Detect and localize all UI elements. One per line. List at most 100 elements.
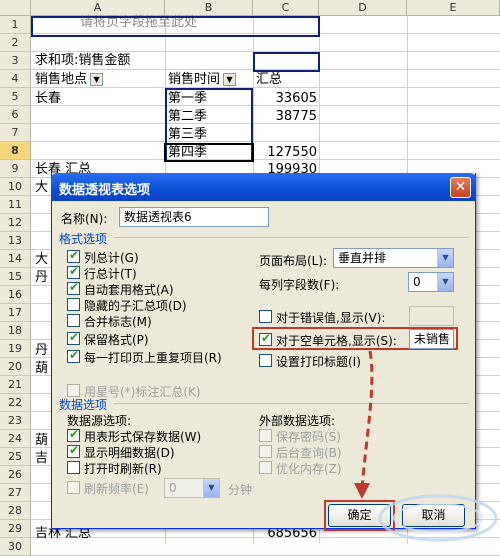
- row-header[interactable]: 16: [0, 286, 31, 304]
- row-header[interactable]: 27: [0, 484, 31, 502]
- empty-cell-field[interactable]: 未销售: [409, 329, 454, 349]
- row-header[interactable]: 12: [0, 214, 31, 232]
- option-label: 每一打印页上重复项目(R): [84, 351, 222, 365]
- option-checkbox[interactable]: [67, 298, 80, 311]
- error-value-field: [409, 306, 454, 326]
- check-icon: ✔: [69, 330, 80, 344]
- name-label: 名称(N):: [61, 212, 108, 226]
- spinner-arrow-icon: ▼: [203, 479, 219, 497]
- value-q2: 38775: [275, 109, 317, 124]
- refresh-unit: 分钟: [228, 483, 253, 497]
- option-label: 后台查询(B): [276, 446, 342, 460]
- quarter-2: 第二季: [168, 109, 208, 124]
- active-cell[interactable]: [164, 143, 254, 162]
- row-header[interactable]: 24: [0, 430, 31, 448]
- option-checkbox[interactable]: ✔: [67, 330, 80, 345]
- empty-cell-checkbox[interactable]: ✔: [259, 331, 272, 346]
- row-header[interactable]: 5: [0, 88, 31, 106]
- row-field-time[interactable]: 销售时间 ▼: [168, 71, 237, 89]
- row-header[interactable]: 14: [0, 250, 31, 268]
- option-checkbox[interactable]: ✔: [67, 427, 80, 442]
- option-label: 优化内存(Z): [276, 462, 342, 476]
- row-header[interactable]: 11: [0, 196, 31, 214]
- row-header[interactable]: 3: [0, 52, 31, 70]
- option-checkbox[interactable]: [67, 461, 80, 474]
- value-q1: 33605: [275, 91, 317, 106]
- row-header[interactable]: 29: [0, 520, 31, 538]
- fields-per-column-spinner[interactable]: 0 ▼: [408, 272, 454, 292]
- option-label: 用表形式保存数据(W): [84, 430, 202, 444]
- row-header[interactable]: 25: [0, 448, 31, 466]
- row-header[interactable]: 2: [0, 34, 31, 52]
- cell-a20: 葫: [35, 361, 49, 376]
- dialog-titlebar[interactable]: 数据透视表选项 ✕: [51, 173, 476, 201]
- row-header[interactable]: 20: [0, 358, 31, 376]
- place-dropdown-icon[interactable]: ▼: [90, 73, 104, 86]
- row-header[interactable]: 10: [0, 178, 31, 196]
- annotation-arrow: [354, 350, 374, 499]
- option-checkbox[interactable]: ✔: [67, 264, 80, 279]
- data-field-box: [253, 52, 320, 72]
- arrow-head: [354, 483, 370, 499]
- data-section-divider: [114, 403, 469, 404]
- name-field[interactable]: 数据透视表6: [119, 207, 269, 227]
- row-field-place[interactable]: 销售地点 ▼: [35, 71, 104, 89]
- fields-per-column-label: 每列字段数(F):: [259, 278, 340, 292]
- total-header: 汇总: [256, 72, 283, 87]
- pivot-options-dialog[interactable]: 数据透视表选项 ✕ 名称(N): 数据透视表6 格式选项 ✔ 列总计(G) ✔ 行总计…: [51, 173, 476, 531]
- option-checkbox[interactable]: ✔: [67, 443, 80, 458]
- cell-a24: 葫: [35, 433, 49, 448]
- chevron-down-icon[interactable]: ▼: [437, 249, 453, 267]
- close-icon[interactable]: ✕: [450, 177, 471, 198]
- row-header[interactable]: 17: [0, 304, 31, 322]
- page-layout-select[interactable]: 垂直并排 ▼: [333, 248, 454, 268]
- row-header[interactable]: 9: [0, 160, 31, 178]
- row-header[interactable]: 22: [0, 394, 31, 412]
- print-titles-checkbox[interactable]: [259, 354, 272, 367]
- option-checkbox[interactable]: ✔: [67, 280, 80, 295]
- column-header-e[interactable]: E: [407, 0, 500, 16]
- value-q4: 127550: [267, 145, 317, 160]
- option-checkbox[interactable]: [67, 314, 80, 327]
- page-field-area: [31, 16, 320, 37]
- row-header[interactable]: 21: [0, 376, 31, 394]
- row-header[interactable]: 19: [0, 340, 31, 358]
- row-header[interactable]: 4: [0, 70, 31, 88]
- option-checkbox: [259, 461, 272, 474]
- spinner-arrow-icon[interactable]: ▼: [437, 273, 453, 291]
- row-header[interactable]: 1: [0, 16, 31, 34]
- row-header[interactable]: 28: [0, 502, 31, 520]
- quarter-3: 第三季: [168, 127, 208, 142]
- pivot-data-title: 求和项:销售金额: [35, 53, 131, 68]
- data-section-title: 数据选项: [59, 398, 108, 412]
- select-all-corner[interactable]: [0, 0, 31, 16]
- option-label: 自动套用格式(A): [84, 283, 174, 297]
- option-label: 刷新频率(E): [84, 482, 149, 496]
- row-header[interactable]: 7: [0, 124, 31, 142]
- row-header[interactable]: 13: [0, 232, 31, 250]
- row-header[interactable]: 18: [0, 322, 31, 340]
- row-header[interactable]: 23: [0, 412, 31, 430]
- column-header-c[interactable]: C: [253, 0, 319, 16]
- error-value-checkbox[interactable]: [259, 310, 272, 323]
- option-checkbox[interactable]: ✔: [67, 348, 80, 363]
- row-header[interactable]: 30: [0, 538, 31, 556]
- option-checkbox: [259, 429, 272, 442]
- time-dropdown-icon[interactable]: ▼: [223, 73, 237, 86]
- option-checkbox[interactable]: ✔: [67, 248, 80, 263]
- row-header[interactable]: 6: [0, 106, 31, 124]
- cancel-button[interactable]: 取消: [402, 504, 465, 527]
- row-header[interactable]: 8: [0, 142, 31, 160]
- city-label: 长春: [35, 91, 62, 106]
- check-icon: ✔: [69, 280, 80, 294]
- page-layout-label: 页面布局(L):: [259, 254, 328, 268]
- row-header[interactable]: 26: [0, 466, 31, 484]
- cell-a25: 吉: [35, 451, 49, 466]
- option-label: 列总计(G): [84, 251, 139, 265]
- row-header[interactable]: 15: [0, 268, 31, 286]
- option-checkbox: [259, 445, 272, 458]
- option-label: 显示明细数据(D): [84, 446, 175, 460]
- column-header-d[interactable]: D: [319, 0, 407, 16]
- format-section-divider: [114, 237, 469, 238]
- check-icon: ✔: [69, 427, 80, 441]
